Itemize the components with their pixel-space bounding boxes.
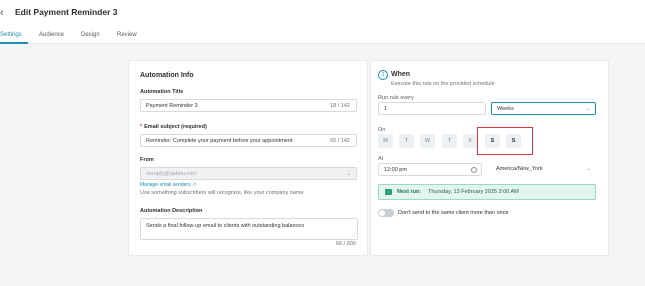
from-select[interactable]: noreply@qabau.com ⌄ <box>140 167 357 180</box>
run-every-label: Run rule every <box>378 95 414 101</box>
tab-settings[interactable]: Settings <box>0 32 22 38</box>
selected-days-highlight <box>477 127 533 155</box>
automation-description-label: Automation Description <box>140 208 203 214</box>
email-subject-value: Reminder: Complete your payment before y… <box>146 138 293 144</box>
day-tuesday-button[interactable]: T <box>399 134 414 148</box>
next-run-label: Next run: <box>397 189 422 195</box>
at-label: At <box>378 156 384 162</box>
timezone-value: America/New_York <box>496 166 543 172</box>
chevron-down-icon: ⌄ <box>346 171 351 177</box>
timezone-select[interactable]: America/New_York ⌄ <box>491 163 596 176</box>
tab-design[interactable]: Design <box>81 32 100 38</box>
tab-audience[interactable]: Audience <box>39 32 64 38</box>
when-card <box>370 60 609 256</box>
interval-unit-value: Weeks <box>497 106 514 112</box>
manage-email-senders-link[interactable]: Manage email senders ↗ <box>140 182 196 188</box>
tab-review[interactable]: Review <box>117 32 137 38</box>
active-tab-indicator <box>0 42 28 44</box>
from-hint: Use something subscribers will recognize… <box>140 190 304 196</box>
from-label: From <box>140 157 154 163</box>
automation-title-counter: 18 / 142 <box>330 103 350 109</box>
time-input[interactable]: 12:00 pm <box>378 163 482 176</box>
chevron-down-icon: ⌄ <box>585 106 590 112</box>
toggle-knob <box>379 210 385 216</box>
run-every-value: 1 <box>384 106 388 112</box>
interval-unit-select[interactable]: Weeks ⌄ <box>491 102 596 115</box>
resize-handle-icon[interactable]: ∕ <box>354 232 355 238</box>
calendar-icon <box>385 189 392 195</box>
day-thursday-button[interactable]: T <box>442 134 457 148</box>
automation-title-label: Automation Title <box>140 89 184 95</box>
automation-description-value: Sends a final follow-up email to clients… <box>146 223 305 229</box>
when-subtitle: Execute this rule on the provided schedu… <box>391 81 495 87</box>
email-subject-counter: 65 / 142 <box>330 138 350 144</box>
next-run-banner: Next run: Thursday, 13 February 2025 3:0… <box>378 184 596 200</box>
automation-info-title: Automation Info <box>140 72 194 79</box>
clock-icon <box>471 167 477 173</box>
email-subject-label: * Email subject (required) <box>140 124 207 130</box>
from-value: noreply@qabau.com <box>146 171 197 177</box>
day-monday-button[interactable]: M <box>378 134 393 148</box>
automation-title-input[interactable]: Payment Reminder 3 18 / 142 <box>140 99 357 112</box>
page-title: Edit Payment Reminder 3 <box>15 7 118 17</box>
dedupe-client-toggle[interactable] <box>378 209 394 217</box>
automation-description-counter: 66 / 600 <box>336 241 356 247</box>
day-friday-button[interactable]: F <box>463 134 478 148</box>
chevron-down-icon: ⌄ <box>586 166 591 172</box>
on-label: On <box>378 127 386 133</box>
time-value: 12:00 pm <box>384 167 407 173</box>
next-run-value: Thursday, 13 February 2025 3:00 AM <box>428 189 519 195</box>
dedupe-client-label: Don't send to the same client more than … <box>398 210 509 216</box>
when-title: When <box>391 71 411 78</box>
automation-title-value: Payment Reminder 3 <box>146 103 198 109</box>
email-subject-input[interactable]: Reminder: Complete your payment before y… <box>140 134 357 147</box>
day-wednesday-button[interactable]: W <box>420 134 435 148</box>
step-number-badge: 1 <box>378 70 388 80</box>
top-bar: ‹ Edit Payment Reminder 3 <box>0 0 645 26</box>
tab-bar: Settings Audience Design Review <box>0 26 645 44</box>
automation-description-textarea[interactable]: Sends a final follow-up email to clients… <box>140 218 358 240</box>
back-chevron-icon[interactable]: ‹ <box>0 7 8 19</box>
run-every-input[interactable]: 1 <box>378 102 486 115</box>
